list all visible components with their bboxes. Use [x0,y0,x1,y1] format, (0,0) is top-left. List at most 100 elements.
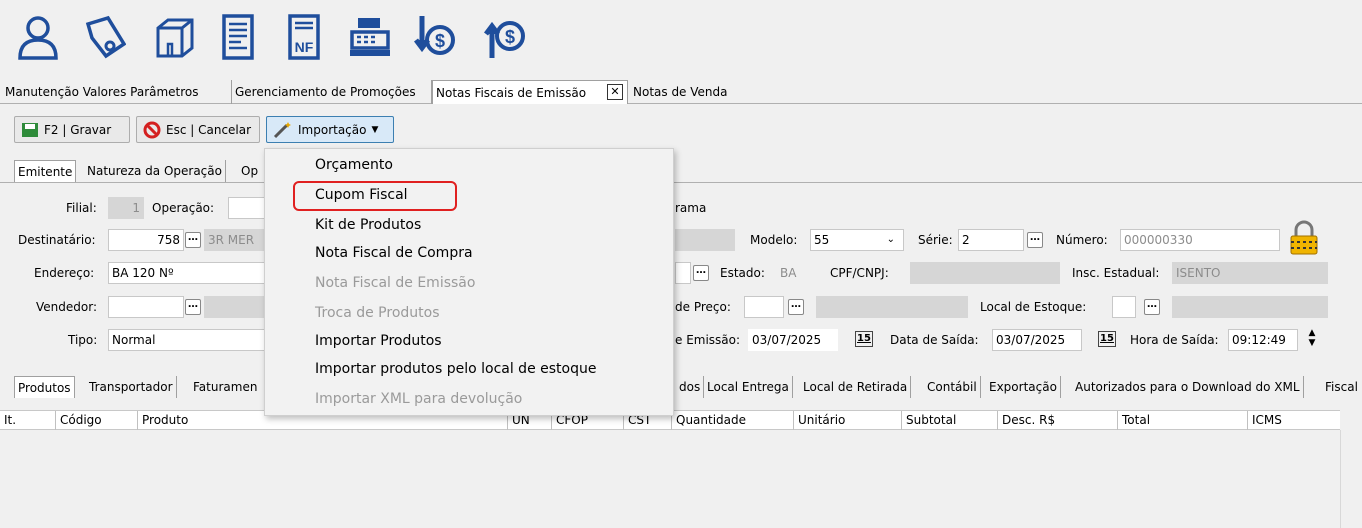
vendedor-label: Vendedor: [36,300,97,314]
tab-promocoes[interactable]: Gerenciamento de Promoções [232,80,432,104]
programa-label-tail: rama [675,201,707,215]
col-desc[interactable]: Desc. R$ [998,411,1118,430]
col-total[interactable]: Total [1118,411,1248,430]
products-grid-body[interactable] [0,430,1340,528]
bottom-tab-dos[interactable]: dos [676,376,705,398]
save-label: F2 | Gravar [44,122,112,137]
user-icon[interactable] [14,12,62,62]
grid-scrollbar[interactable] [1340,430,1362,528]
tabela-preco-field[interactable] [744,296,784,318]
numero-label: Número: [1056,233,1108,247]
save-button[interactable]: F2 | Gravar [14,116,130,143]
serie-lookup-button[interactable]: … [1027,232,1043,248]
endereco-lookup-button[interactable]: … [693,265,709,281]
tab-manutencao[interactable]: Manutenção Valores Parâmetros [2,80,232,104]
menu-item-orcamento[interactable]: Orçamento [315,155,393,175]
chevron-down-icon: ⌄ [886,234,895,245]
import-dropdown-button[interactable]: Importação ▼ [266,116,394,143]
bottom-tab-transportador[interactable]: Transportador [86,376,177,398]
tab-notas-fiscais-emissao[interactable]: Notas Fiscais de Emissão ✕ [432,80,628,104]
cancel-button[interactable]: Esc | Cancelar [136,116,260,143]
insc-label: Insc. Estadual: [1072,266,1160,280]
menu-item-nf-emissao: Nota Fiscal de Emissão [315,275,476,291]
calendar-icon[interactable]: 15 [855,331,873,347]
cash-register-icon[interactable] [346,12,394,62]
col-codigo[interactable]: Código [56,411,138,430]
local-estoque-name-field [1172,296,1328,318]
tabela-preco-label: de Preço: [675,300,731,314]
col-icms[interactable]: ICMS [1248,411,1340,430]
magic-wand-icon [273,121,291,138]
tab-notas-venda[interactable]: Notas de Venda [630,80,731,104]
menu-item-kit-produtos[interactable]: Kit de Produtos [315,215,421,235]
emissao-field[interactable]: 03/07/2025 [748,329,838,351]
bottom-tab-faturamento[interactable]: Faturamen [190,376,260,398]
serie-label: Série: [918,233,953,247]
subtab-natureza[interactable]: Natureza da Operação [84,160,226,182]
save-icon [22,122,38,137]
import-label: Importação [298,122,367,137]
tabela-preco-lookup-button[interactable]: … [788,299,804,315]
subtab-emitente[interactable]: Emitente [14,160,77,182]
close-icon[interactable]: ✕ [607,84,623,100]
bottom-tab-local-entrega[interactable]: Local Entrega [704,376,793,398]
nf-document-icon[interactable]: NF [280,12,328,62]
vendedor-code-field[interactable] [108,296,184,318]
numero-field[interactable]: 000000330 [1120,229,1280,251]
destinatario-extra-field [675,229,735,251]
vendedor-name-field [204,296,268,318]
bottom-tab-local-retirada[interactable]: Local de Retirada [800,376,912,398]
dollar-down-icon[interactable]: $ [410,12,458,62]
dollar-up-icon[interactable]: $ [480,12,528,62]
tag-icon[interactable] [80,12,128,62]
bottom-tab-produtos[interactable]: Produtos [14,376,75,398]
col-quantidade[interactable]: Quantidade [672,411,794,430]
cpf-field [910,262,1060,284]
cancel-label: Esc | Cancelar [166,122,252,137]
hora-field[interactable]: 09:12:49 [1228,329,1298,351]
chevron-down-icon: ▼ [371,124,379,135]
menu-item-nf-compra[interactable]: Nota Fiscal de Compra [315,243,473,263]
cpf-label: CPF/CNPJ: [830,266,889,280]
serie-field[interactable]: 2 [958,229,1024,251]
menu-item-importar-produtos[interactable]: Importar Produtos [315,331,442,351]
vendedor-lookup-button[interactable]: … [185,299,201,315]
subtab-op[interactable]: Op [238,160,261,182]
local-estoque-label: Local de Estoque: [980,300,1087,314]
lock-icon[interactable] [1288,220,1320,256]
bottom-tab-exportacao[interactable]: Exportação [986,376,1061,398]
endereco-extra-field[interactable] [675,262,691,284]
modelo-select[interactable]: 55 ⌄ [810,229,904,251]
box-icon[interactable] [150,12,198,62]
operacao-field[interactable] [228,197,268,219]
saida-label: Data de Saída: [890,333,979,347]
tipo-label: Tipo: [68,333,98,347]
svg-text:$: $ [435,31,445,51]
hora-spinner[interactable]: ▲ ▼ [1306,328,1318,350]
destinatario-label: Destinatário: [18,233,96,247]
destinatario-code-field[interactable]: 758 [108,229,184,251]
hora-label: Hora de Saída: [1130,333,1219,347]
local-estoque-lookup-button[interactable]: … [1144,299,1160,315]
menu-item-troca-produtos: Troca de Produtos [315,305,440,321]
bottom-tab-autorizados[interactable]: Autorizados para o Download do XML [1072,376,1304,398]
menu-item-importar-local-estoque[interactable]: Importar produtos pelo local de estoque [315,359,596,379]
col-item[interactable]: It. [0,411,56,430]
operacao-label: Operação: [152,201,215,215]
emissao-label: e Emissão: [675,333,741,347]
import-menu: Orçamento Cupom Fiscal Kit de Produtos N… [264,148,674,416]
endereco-field[interactable]: BA 120 Nº [108,262,268,284]
menu-item-cupom-fiscal[interactable]: Cupom Fiscal [315,185,408,205]
bottom-tab-fiscal[interactable]: Fiscal [1322,376,1361,398]
insc-field: ISENTO [1172,262,1328,284]
tipo-field[interactable]: Normal [108,329,268,351]
col-unitario[interactable]: Unitário [794,411,902,430]
local-estoque-field[interactable] [1112,296,1136,318]
col-subtotal[interactable]: Subtotal [902,411,998,430]
destinatario-lookup-button[interactable]: … [185,232,201,248]
bottom-tab-contabil[interactable]: Contábil [924,376,981,398]
saida-field[interactable]: 03/07/2025 [992,329,1082,351]
filial-label: Filial: [66,201,97,215]
document-icon[interactable] [214,12,262,62]
calendar-icon[interactable]: 15 [1098,331,1116,347]
